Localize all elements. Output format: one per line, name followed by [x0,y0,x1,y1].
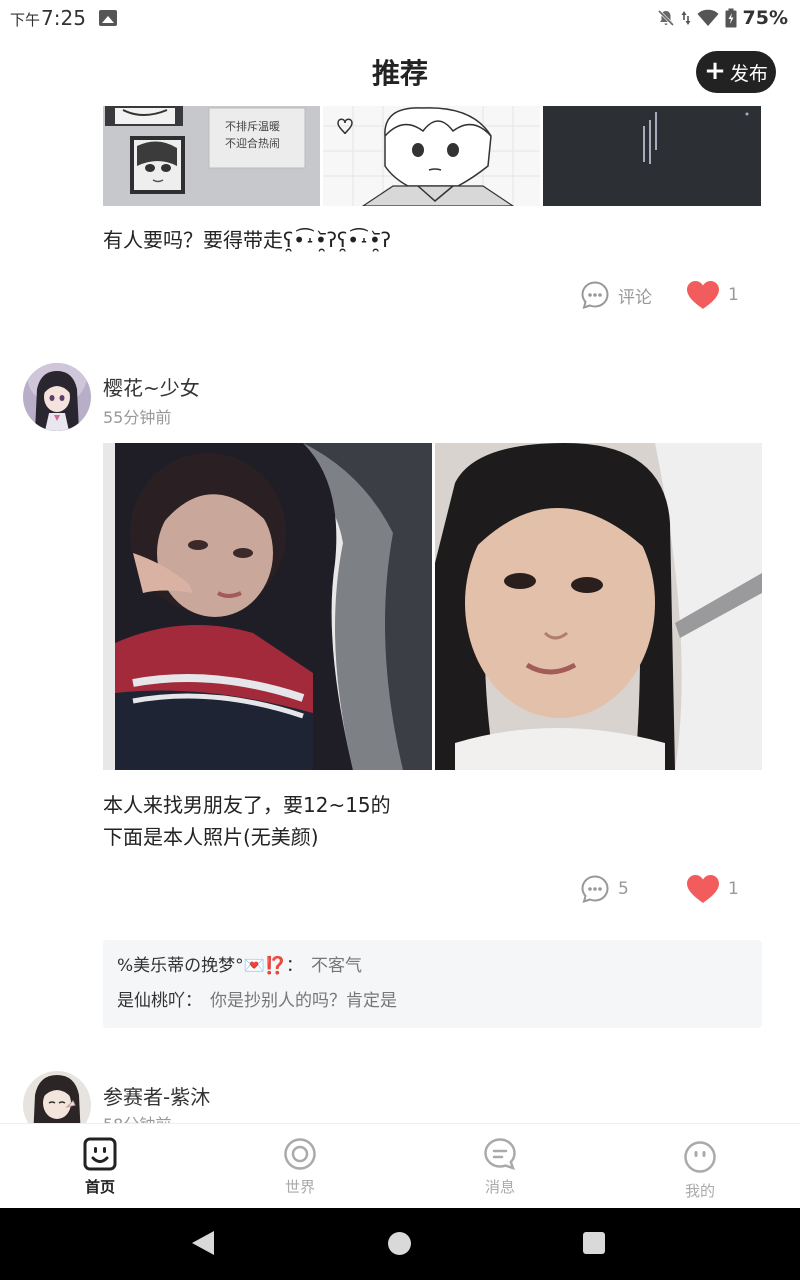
comment-preview-item[interactable]: 是仙桃吖： 你是抄别人的吗？肯定是 [117,989,748,1024]
battery-percent: 75% [742,7,788,29]
message-bubble-icon [484,1138,516,1170]
image-caption-2: 不迎合热闹 [225,137,280,150]
avatar[interactable] [23,1071,91,1123]
page-title: 推荐 [371,57,428,90]
comment-user[interactable]: %美乐蒂の挽梦°💌⁉️： [117,956,303,976]
publish-button[interactable]: + 发布 [696,51,776,93]
tab-label: 消息 [484,1178,515,1196]
battery-icon [725,8,737,28]
feed[interactable]: 不排斥温暖 不迎合热闹 有人要吗？要得带走ʕ̯•͡˔•̯᷅ʔʕ̯•͡˔•̯᷅ʔ … [0,106,800,1123]
post-time: 58分钟前 [103,1111,171,1123]
like-button[interactable]: 1 [686,280,739,310]
comment-preview-item[interactable]: %美乐蒂の挽梦°💌⁉️： 不客气 [117,954,748,989]
comment-user[interactable]: 是仙桃吖： [117,991,202,1011]
post-photo[interactable] [103,443,432,770]
post-text: 有人要吗？要得带走ʕ̯•͡˔•̯᷅ʔʕ̯•͡˔•̯᷅ʔ [103,228,392,252]
post-image[interactable] [323,106,540,206]
tab-world[interactable]: 世界 [200,1124,400,1209]
tab-label: 首页 [84,1178,115,1196]
publish-label: 发布 [729,62,768,85]
user-name[interactable]: 樱花~少女 [103,372,200,401]
comment-button[interactable]: 评论 [580,280,652,310]
bottom-tab-bar: 首页 世界 消息 我的 [0,1123,800,1208]
tab-label: 我的 [684,1182,715,1200]
comment-label: 评论 [618,287,652,308]
profile-face-icon [684,1141,716,1173]
comment-text: 不客气 [311,956,362,976]
post-image[interactable]: 不排斥温暖 不迎合热闹 [103,106,320,206]
comment-button[interactable]: 5 [580,874,629,904]
world-circle-icon [284,1138,316,1170]
status-bar: 下午7:25 75% [0,0,800,36]
comment-preview[interactable]: %美乐蒂の挽梦°💌⁉️： 不客气 是仙桃吖： 你是抄别人的吗？肯定是 [103,940,762,1028]
heart-icon [687,875,719,903]
user-name[interactable]: 参赛者-紫沐 [103,1081,210,1110]
back-icon[interactable] [192,1231,214,1255]
status-right: 75% [657,6,788,30]
home-face-icon [83,1137,117,1171]
gallery-notification-icon [99,10,117,26]
comment-icon [581,875,609,904]
avatar[interactable] [23,363,91,431]
status-clock: 7:25 [41,6,86,30]
plus-icon: + [704,56,726,86]
status-ampm: 下午 [10,11,41,29]
top-header: 推荐 + 发布 [0,36,800,106]
post-image[interactable] [543,106,761,206]
tab-profile[interactable]: 我的 [600,1124,800,1209]
tab-label: 世界 [284,1178,315,1196]
comment-icon [581,281,609,310]
tab-home[interactable]: 首页 [0,1124,200,1209]
system-nav-bar [0,1208,800,1280]
post-time: 55分钟前 [103,408,172,427]
tab-messages[interactable]: 消息 [400,1124,600,1209]
post-text: 本人来找男朋友了，要12~15的 下面是本人照片(无美颜) [103,793,391,849]
wifi-icon [697,9,719,27]
image-caption-1: 不排斥温暖 [225,120,280,133]
post-photo[interactable] [435,443,762,770]
like-count: 1 [728,879,739,899]
home-icon[interactable] [388,1232,411,1255]
status-time: 下午7:25 [10,6,86,30]
comment-count: 5 [618,879,629,899]
comment-text: 你是抄别人的吗？肯定是 [210,991,397,1011]
recent-apps-icon[interactable] [583,1232,605,1254]
like-count: 1 [728,285,739,305]
heart-icon [687,281,719,309]
like-button[interactable]: 1 [686,874,739,904]
data-arrows-icon [681,9,691,27]
notifications-off-icon [657,9,675,27]
